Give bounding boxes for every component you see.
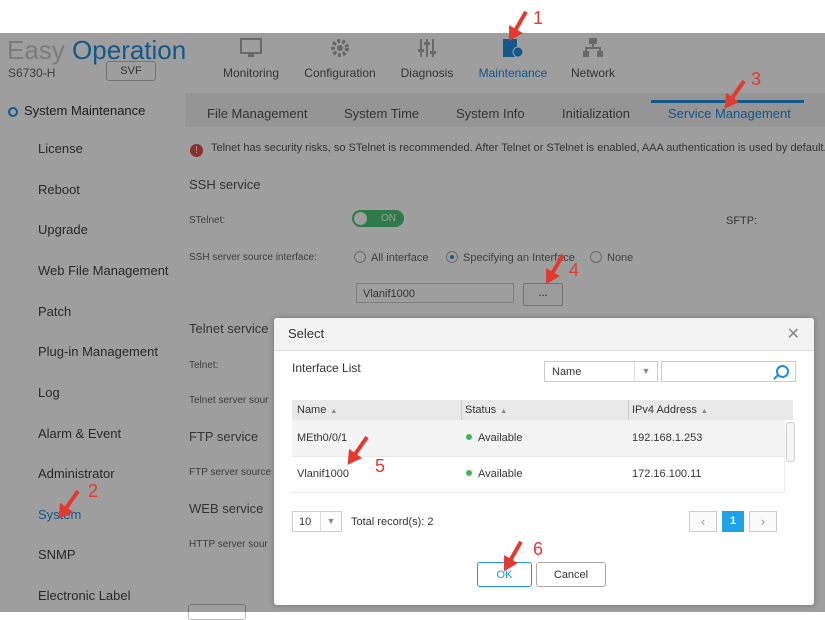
annotation-number: 6 [533, 539, 544, 559]
arrow-6 [504, 540, 523, 572]
annotation-number: 3 [751, 69, 762, 89]
annotation-number: 5 [375, 456, 386, 476]
annotation-number: 4 [569, 260, 580, 280]
arrow-3 [724, 79, 746, 109]
arrow-1 [509, 10, 528, 42]
arrow-5 [347, 435, 369, 465]
annotation-number: 2 [88, 481, 99, 501]
annotation-number: 1 [533, 8, 544, 28]
annotation-arrows [58, 10, 746, 572]
arrow-4 [546, 253, 565, 285]
arrow-2 [58, 489, 80, 519]
